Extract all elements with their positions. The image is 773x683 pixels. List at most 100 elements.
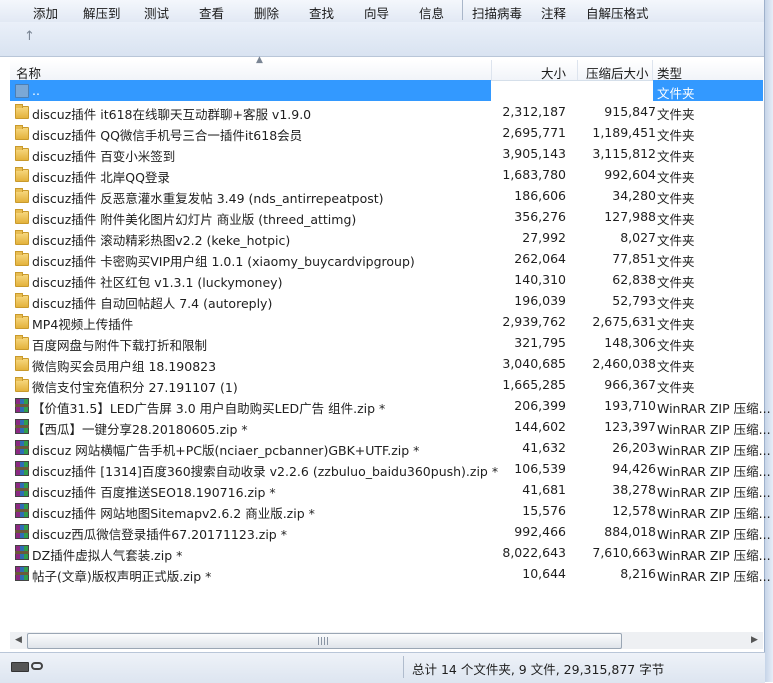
packed-size: 7,610,663 [592,545,656,560]
file-name: discuz插件 it618在线聊天互动群聊+客服 v1.9.0 [32,107,312,122]
drive-icon[interactable] [11,662,29,672]
extract-to-button[interactable]: 解压到 [83,3,121,22]
winrar-zip-icon [15,419,29,434]
file-size: 321,795 [514,335,566,350]
file-name: discuz插件 卡密购买VIP用户组 1.0.1 (xiaomy_buycar… [32,254,415,269]
file-size: 10,644 [522,566,566,581]
view-button[interactable]: 查看 [199,3,224,22]
file-size: 196,039 [514,293,566,308]
folder-icon [15,209,29,224]
file-name: discuz插件 百变小米签到 [32,149,176,164]
file-name: 微信购买会员用户组 18.190823 [32,359,217,374]
packed-size: 77,851 [612,251,656,266]
file-size: 262,064 [514,251,566,266]
folder-icon [15,167,29,182]
key-icon[interactable] [31,662,43,670]
folder-row[interactable]: discuz插件 自动回帖超人 7.4 (autoreply) 196,039 52… [10,290,763,311]
add-button[interactable]: 添加 [33,3,58,22]
column-divider[interactable] [577,60,578,80]
virus-scan-button[interactable]: 扫描病毒 [472,3,522,22]
file-list[interactable]: .. 文件夹 discuz插件 it618在线聊天互动群聊+客服 v1.9.0 2,3… [10,80,771,632]
folder-row[interactable]: MP4视频上传插件 2,939,762 2,675,631 文件夹 [10,311,763,332]
parent-folder-row[interactable]: .. 文件夹 [10,80,763,101]
file-type: WinRAR ZIP 压缩... [657,401,771,416]
packed-size: 193,710 [604,398,656,413]
find-button[interactable]: 查找 [309,3,334,22]
file-size: 1,665,285 [502,377,566,392]
name-cell: discuz插件 百度推送SEO18.190716.zip * [10,479,491,500]
file-name: discuz插件 反恶意灌水重复发帖 3.49 (nds_antirrepeat… [32,191,384,206]
file-type: 文件夹 [657,128,695,143]
file-name: discuz插件 滚动精彩热图v2.2 (keke_hotpic) [32,233,291,248]
folder-row[interactable]: discuz插件 北岸QQ登录 1,683,780 992,604 文件夹 [10,164,763,185]
packed-size: 94,426 [612,461,656,476]
winrar-zip-icon [15,482,29,497]
delete-button[interactable]: 删除 [254,3,279,22]
name-cell: 微信购买会员用户组 18.190823 [10,353,491,374]
column-divider[interactable] [652,60,653,80]
file-size: 1,683,780 [502,167,566,182]
status-divider [403,656,404,678]
type-cell: WinRAR ZIP 压缩... [653,458,771,479]
name-cell: 百度网盘与附件下载打折和限制 [10,332,491,353]
wizard-button[interactable]: 向导 [364,3,389,22]
folder-row[interactable]: discuz插件 反恶意灌水重复发帖 3.49 (nds_antirrepeat… [10,185,763,206]
file-name: discuz插件 QQ微信手机号三合一插件it618会员 [32,128,303,143]
folder-row[interactable]: discuz插件 社区红包 v1.3.1 (luckymoney) 140,310… [10,269,763,290]
info-button[interactable]: 信息 [419,3,444,22]
folder-row[interactable]: 微信购买会员用户组 18.190823 3,040,685 2,460,038 文件夹 [10,353,763,374]
file-type: 文件夹 [657,317,695,332]
zip-file-row[interactable]: discuz西瓜微信登录插件67.20171123.zip * 992,466 88… [10,521,771,542]
toolbar-separator [462,0,463,20]
sfx-button[interactable]: 自解压格式 [586,3,649,22]
horizontal-scrollbar[interactable]: ◀ ▶ [10,632,763,649]
name-cell: discuz 网站横幅广告手机+PC版(nciaer_pcbanner)GBK+… [10,437,491,458]
comment-button[interactable]: 注释 [541,3,566,22]
packed-size: 34,280 [612,188,656,203]
folder-row[interactable]: discuz插件 QQ微信手机号三合一插件it618会员 2,695,771 1,1… [10,122,763,143]
file-size: 356,276 [514,209,566,224]
folder-row[interactable]: discuz插件 百变小米签到 3,905,143 3,115,812 文件夹 [10,143,763,164]
type-cell: 文件夹 [653,185,763,206]
file-name: DZ插件虚拟人气套装.zip * [32,548,183,563]
folder-row[interactable]: discuz插件 附件美化图片幻灯片 商业版 (threed_attimg) 35… [10,206,763,227]
file-size: 106,539 [514,461,566,476]
zip-file-row[interactable]: 【价值31.5】LED广告屏 3.0 用户自助购买LED广告 组件.zip * 2… [10,395,771,416]
name-cell: .. [10,80,491,101]
name-cell: discuz插件 卡密购买VIP用户组 1.0.1 (xiaomy_buycar… [10,248,491,269]
name-cell: discuz插件 滚动精彩热图v2.2 (keke_hotpic) [10,227,491,248]
file-name: discuz 网站横幅广告手机+PC版(nciaer_pcbanner)GBK+… [32,443,420,458]
up-arrow-icon[interactable]: ↑ [24,30,36,44]
type-cell: WinRAR ZIP 压缩... [653,437,771,458]
type-cell: 文件夹 [653,269,763,290]
file-type: 文件夹 [657,359,695,374]
zip-file-row[interactable]: discuz插件 [1314]百度360搜索自动收录 v2.2.6 (zzbul… [10,458,771,479]
zip-file-row[interactable]: discuz插件 网站地图Sitemapv2.6.2 商业版.zip * 15,5… [10,500,771,521]
list-header: 名称 ▲ 大小 压缩后大小 类型 [10,55,763,81]
winrar-zip-icon [15,524,29,539]
file-type: 文件夹 [657,149,695,164]
zip-file-row[interactable]: discuz 网站横幅广告手机+PC版(nciaer_pcbanner)GBK+… [10,437,771,458]
zip-file-row[interactable]: discuz插件 百度推送SEO18.190716.zip * 41,681 38,… [10,479,771,500]
scroll-left-icon[interactable]: ◀ [10,632,27,649]
type-cell: 文件夹 [653,248,763,269]
folder-row[interactable]: discuz插件 it618在线聊天互动群聊+客服 v1.9.0 2,312,18… [10,101,763,122]
folder-row[interactable]: 微信支付宝充值积分 27.191107 (1) 1,665,285 966,367 文… [10,374,763,395]
folder-row[interactable]: discuz插件 卡密购买VIP用户组 1.0.1 (xiaomy_buycar… [10,248,763,269]
type-cell: WinRAR ZIP 压缩... [653,500,771,521]
name-cell: discuz插件 网站地图Sitemapv2.6.2 商业版.zip * [10,500,491,521]
name-cell: discuz插件 附件美化图片幻灯片 商业版 (threed_attimg) [10,206,491,227]
scroll-right-icon[interactable]: ▶ [746,632,763,649]
file-name: discuz插件 [1314]百度360搜索自动收录 v2.2.6 (zzbul… [32,464,499,479]
folder-icon [15,230,29,245]
zip-file-row[interactable]: 【西瓜】一键分享28.20180605.zip * 144,602 123,397 W… [10,416,771,437]
test-button[interactable]: 测试 [144,3,169,22]
folder-row[interactable]: discuz插件 滚动精彩热图v2.2 (keke_hotpic) 27,992 8… [10,227,763,248]
zip-file-row[interactable]: 帖子(文章)版权声明正式版.zip * 10,644 8,216 WinRAR ZIP… [10,563,771,584]
scrollbar-thumb[interactable] [27,633,622,649]
packed-size: 966,367 [604,377,656,392]
column-divider[interactable] [491,60,492,80]
folder-row[interactable]: 百度网盘与附件下载打折和限制 321,795 148,306 文件夹 [10,332,763,353]
packed-size: 26,203 [612,440,656,455]
zip-file-row[interactable]: DZ插件虚拟人气套装.zip * 8,022,643 7,610,663 WinRAR… [10,542,771,563]
